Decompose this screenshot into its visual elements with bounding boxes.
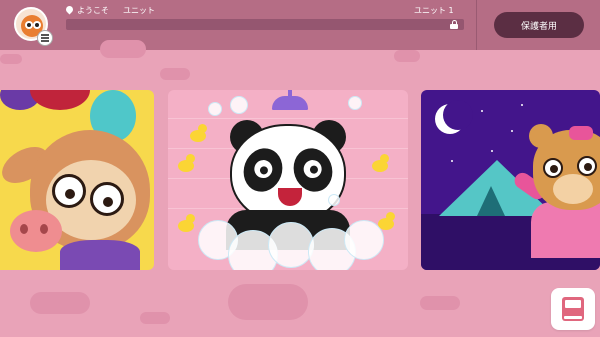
divider: [476, 0, 477, 50]
tent-door: [477, 186, 505, 216]
bubble: [344, 220, 384, 260]
bubble: [348, 96, 362, 110]
duck-icon: [178, 154, 195, 172]
duck-icon: [190, 124, 207, 142]
lesson-card-3[interactable]: [421, 90, 600, 270]
book-button[interactable]: [551, 288, 595, 330]
parent-button[interactable]: 保護者用: [494, 12, 584, 38]
bubble: [328, 194, 340, 206]
owl-eye-left: [25, 21, 33, 29]
bear-body: [531, 202, 600, 258]
cow-shirt: [60, 240, 140, 270]
cow-eye-left: [52, 174, 86, 208]
bubble: [268, 222, 314, 268]
owl-eye-right: [33, 21, 41, 29]
lock-icon: [450, 20, 458, 29]
bubble: [230, 96, 248, 114]
panda-mouth: [278, 188, 302, 206]
bear-head: [529, 124, 600, 210]
balloon-icon: [30, 90, 90, 110]
location-row: ようこそ ユニット: [66, 5, 155, 16]
unit-progress-bar: [66, 19, 464, 30]
cow-snout: [10, 210, 62, 252]
lesson-card-2[interactable]: [168, 90, 408, 270]
top-bar: ようこそ ユニット ユニット 1 保護者用: [0, 0, 600, 50]
cow-eye-right: [90, 182, 124, 216]
location-label: ようこそ: [77, 6, 109, 15]
panda-head: [230, 124, 346, 224]
cloud-decoration: [420, 296, 460, 310]
cloud-decoration: [140, 312, 170, 324]
lesson-card-1[interactable]: [0, 90, 154, 270]
book-icon: [562, 297, 584, 321]
duck-icon: [372, 154, 389, 172]
unit-name: ユニット: [123, 6, 155, 15]
shower-head-icon: [272, 90, 308, 112]
location-pin-icon: [66, 6, 73, 15]
bow-icon: [569, 126, 593, 140]
cloud-decoration: [0, 54, 22, 64]
duck-icon: [178, 214, 195, 232]
moon-icon: [435, 100, 473, 134]
cloud-decoration: [100, 40, 146, 58]
cloud-decoration: [394, 50, 420, 62]
menu-icon[interactable]: [37, 30, 53, 46]
unit-number-label: ユニット 1: [414, 6, 454, 15]
bubble: [208, 102, 222, 116]
cloud-decoration: [30, 292, 90, 314]
cloud-decoration: [228, 284, 308, 320]
cloud-decoration: [160, 68, 190, 80]
